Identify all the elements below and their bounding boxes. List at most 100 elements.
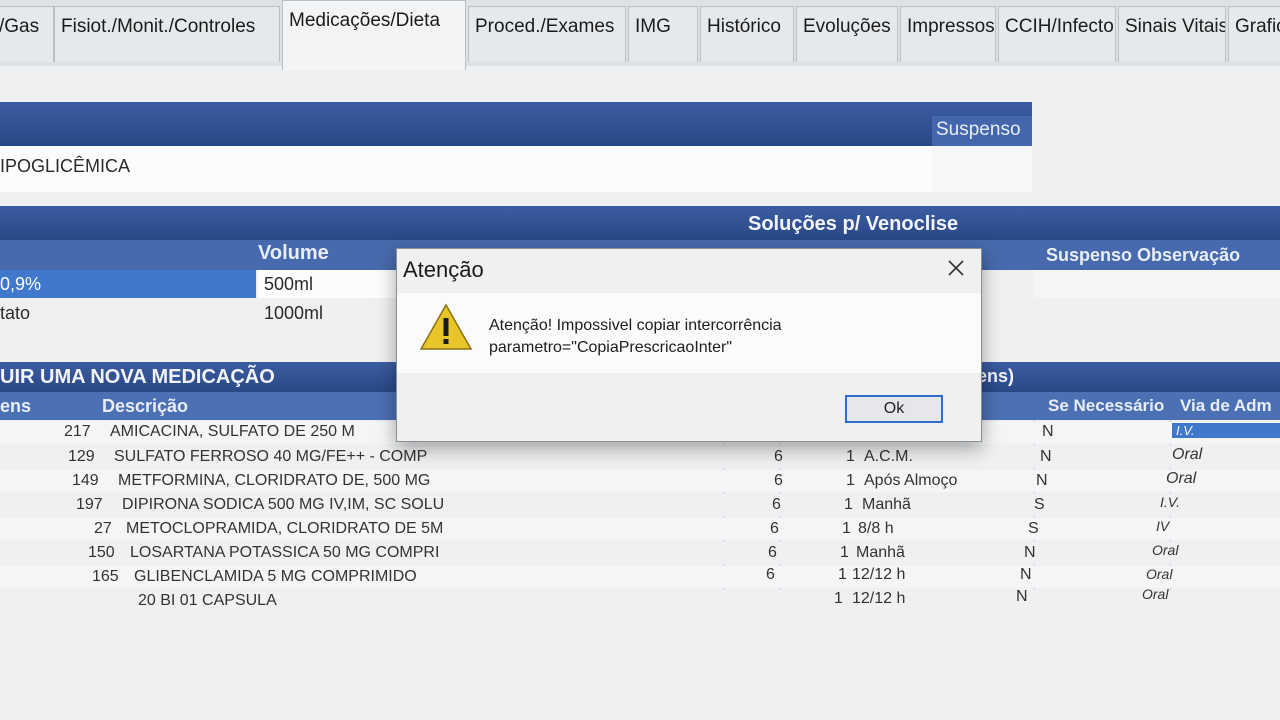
table-row[interactable]: 149 METFORMINA, CLORIDRATO DE, 500 MG 6 … (0, 470, 1280, 492)
row-qty: 6 (772, 496, 781, 513)
tab-img[interactable]: IMG (628, 6, 698, 62)
row-via: IV (1156, 518, 1170, 534)
nova-medicacao-title: UIR UMA NOVA MEDICAÇÃO (0, 366, 275, 388)
row-se-necessario: N (1020, 566, 1032, 583)
solucoes-header-band: Soluções p/ Venoclise (0, 206, 1280, 240)
solucao-2-name: tato (0, 303, 31, 323)
row-se-necessario: S (1034, 496, 1045, 513)
row-desc: DIPIRONA SODICA 500 MG IV,IM, SC SOLU (122, 496, 445, 513)
close-icon[interactable] (943, 255, 969, 281)
col-via-adm: Via de Adm (1180, 396, 1272, 415)
attention-dialog: Atenção Atenção! Impossivel copiar inter… (396, 248, 982, 442)
row-desc: LOSARTANA POTASSICA 50 MG COMPRI (130, 544, 440, 561)
row-code: 149 (72, 472, 99, 489)
suspenso-header: Suspenso (936, 119, 1021, 140)
row-via: Oral (1166, 470, 1197, 487)
dieta-text: IPOGLICÊMICA (0, 156, 131, 176)
row-qty: 6 (768, 544, 777, 561)
volume-header: Volume (258, 242, 329, 264)
solucao-row-2[interactable]: tato (0, 298, 256, 328)
row-se-necessario: N (1024, 544, 1036, 561)
row-code: 150 (88, 544, 115, 561)
tab-medicacoes-dieta[interactable]: Medicações/Dieta (282, 0, 466, 70)
tab-sinais-vitais[interactable]: Sinais Vitais (1118, 6, 1226, 62)
table-row[interactable]: 197 DIPIRONA SODICA 500 MG IV,IM, SC SOL… (0, 494, 1280, 516)
dieta-row[interactable]: IPOGLICÊMICA (0, 146, 932, 192)
table-row[interactable]: 129 SULFATO FERROSO 40 MG/FE++ - COMP 6 … (0, 446, 1280, 468)
tab-proced-exames[interactable]: Proced./Exames (468, 6, 626, 62)
warning-icon (419, 303, 473, 351)
dieta-header-band: Suspenso (0, 102, 1032, 146)
ok-button[interactable]: Ok (845, 395, 943, 423)
row-qty: 6 (770, 520, 779, 537)
table-row[interactable]: 150 LOSARTANA POTASSICA 50 MG COMPRI 6 1… (0, 542, 1280, 564)
solucao-row-2-volume[interactable]: 1000ml (258, 298, 396, 328)
row-code: 27 (94, 520, 112, 537)
solucao-row-1-volume[interactable]: 500ml (258, 270, 396, 298)
row-dose: 1 (840, 544, 849, 561)
row-code: 217 (64, 423, 91, 440)
row-desc: METFORMINA, CLORIDRATO DE, 500 MG (118, 472, 431, 489)
table-row[interactable]: 165 GLIBENCLAMIDA 5 MG COMPRIMIDO 6 1 12… (0, 566, 1280, 588)
table-row[interactable]: 27 METOCLOPRAMIDA, CLORIDRATO DE 5M 6 1 … (0, 518, 1280, 540)
col-se-necessario: Se Necessário (1048, 396, 1165, 415)
tab-strip: /Gas Fisiot./Monit./Controles Medicações… (0, 0, 1280, 70)
tab-ccih-infecto[interactable]: CCIH/Infecto (998, 6, 1116, 62)
suspenso-observacao-header: Suspenso Observação (1046, 245, 1241, 265)
row-freq: A.C.M. (864, 448, 913, 465)
tab-impressos[interactable]: Impressos (900, 6, 996, 62)
row-dose: 1 (846, 472, 855, 489)
dialog-body: Atenção! Impossivel copiar intercorrênci… (397, 293, 981, 373)
row-freq: Manhã (856, 544, 905, 561)
dialog-title: Atenção (403, 257, 484, 282)
table-row[interactable]: 20 BI 01 CAPSULA 1 12/12 h N Oral (0, 586, 1280, 612)
row-code: 129 (68, 448, 95, 465)
row-se-necessario: N (1016, 588, 1028, 605)
solucao-row-1-obs[interactable] (1034, 270, 1280, 298)
row-qty: 6 (766, 566, 775, 583)
dialog-message-line2: parametro="CopiaPrescricaoInter" (489, 339, 733, 356)
row-qty: 6 (774, 472, 783, 489)
solucao-row-1-selected[interactable]: 0,9% (0, 270, 256, 298)
row-desc: 20 BI 01 CAPSULA (138, 592, 277, 609)
tab-fisiot-monit-controles[interactable]: Fisiot./Monit./Controles (54, 6, 280, 62)
tab-grafico[interactable]: Grafico (1228, 6, 1280, 62)
row-via: Oral (1142, 586, 1169, 602)
row-freq: 12/12 h (852, 566, 906, 583)
row-desc: GLIBENCLAMIDA 5 MG COMPRIMIDO (134, 568, 417, 585)
dialog-message-line1: Atenção! Impossivel copiar intercorrênci… (489, 317, 782, 334)
row-se-necessario: N (1036, 472, 1048, 489)
solucao-2-volume: 1000ml (264, 303, 324, 323)
col-itens: ens (0, 396, 32, 416)
row-freq: Após Almoço (864, 472, 958, 489)
row-dose: 1 (838, 566, 847, 583)
row-se-necessario: S (1028, 520, 1039, 537)
row-desc: AMICACINA, SULFATO DE 250 M (110, 423, 355, 440)
row-freq: Manhã (862, 496, 911, 513)
row-freq: 8/8 h (858, 520, 894, 537)
row-se-necessario: N (1040, 448, 1052, 465)
tab-historico[interactable]: Histórico (700, 6, 794, 62)
solucao-1-name: 0,9% (0, 274, 42, 294)
row-via: I.V. (1160, 494, 1180, 510)
col-descricao: Descrição (102, 396, 189, 416)
row-dose: 1 (834, 590, 843, 607)
row-via: I.V. (1172, 423, 1280, 438)
row-via: Oral (1146, 566, 1173, 582)
solucao-1-volume: 500ml (264, 274, 314, 294)
row-via: Oral (1152, 542, 1179, 558)
dialog-message: Atenção! Impossivel copiar intercorrênci… (489, 315, 782, 359)
row-freq: 12/12 h (852, 590, 906, 607)
tab-gas[interactable]: /Gas (0, 6, 54, 62)
row-dose: 1 (842, 520, 851, 537)
row-se-necessario: N (1042, 423, 1054, 440)
row-code: 197 (76, 496, 103, 513)
row-code: 165 (92, 568, 119, 585)
row-dose: 1 (846, 448, 855, 465)
tab-evolucoes[interactable]: Evoluções (796, 6, 898, 62)
row-dose: 1 (844, 496, 853, 513)
row-qty: 6 (774, 448, 783, 465)
solucoes-title: Soluções p/ Venoclise (748, 213, 959, 235)
dieta-suspenso-cell[interactable] (932, 146, 1032, 192)
row-desc: SULFATO FERROSO 40 MG/FE++ - COMP (114, 448, 428, 465)
